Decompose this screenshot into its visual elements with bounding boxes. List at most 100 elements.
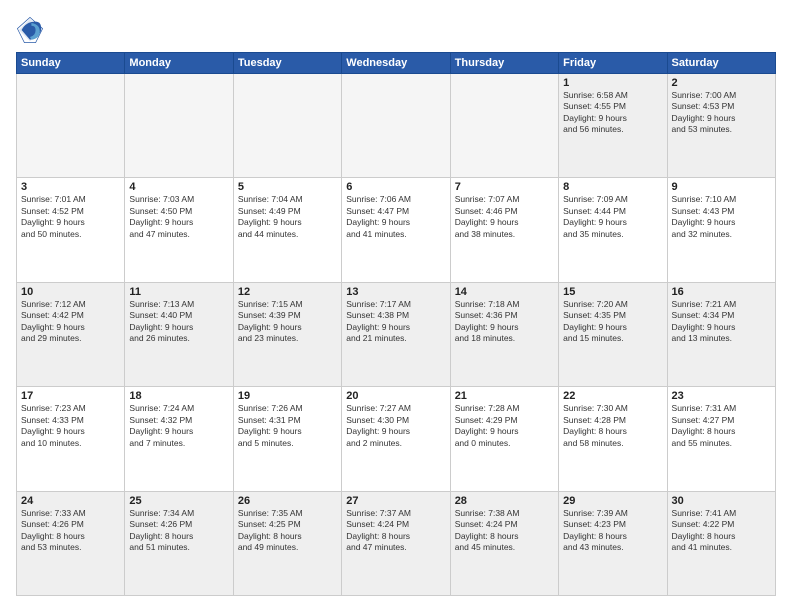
day-number: 7 bbox=[455, 181, 554, 193]
day-info: Sunrise: 7:18 AMSunset: 4:36 PMDaylight:… bbox=[455, 299, 554, 345]
calendar-cell: 3Sunrise: 7:01 AMSunset: 4:52 PMDaylight… bbox=[17, 178, 125, 282]
day-number: 28 bbox=[455, 495, 554, 507]
week-row-4: 17Sunrise: 7:23 AMSunset: 4:33 PMDayligh… bbox=[17, 387, 776, 491]
calendar-cell: 29Sunrise: 7:39 AMSunset: 4:23 PMDayligh… bbox=[559, 491, 667, 595]
day-number: 13 bbox=[346, 286, 445, 298]
header bbox=[16, 16, 776, 44]
calendar-cell: 24Sunrise: 7:33 AMSunset: 4:26 PMDayligh… bbox=[17, 491, 125, 595]
calendar-cell: 10Sunrise: 7:12 AMSunset: 4:42 PMDayligh… bbox=[17, 282, 125, 386]
calendar-cell: 21Sunrise: 7:28 AMSunset: 4:29 PMDayligh… bbox=[450, 387, 558, 491]
weekday-header-monday: Monday bbox=[125, 53, 233, 74]
day-number: 1 bbox=[563, 77, 662, 89]
calendar-cell bbox=[17, 74, 125, 178]
calendar-cell: 28Sunrise: 7:38 AMSunset: 4:24 PMDayligh… bbox=[450, 491, 558, 595]
day-number: 4 bbox=[129, 181, 228, 193]
weekday-header-tuesday: Tuesday bbox=[233, 53, 341, 74]
calendar-cell: 19Sunrise: 7:26 AMSunset: 4:31 PMDayligh… bbox=[233, 387, 341, 491]
day-info: Sunrise: 6:58 AMSunset: 4:55 PMDaylight:… bbox=[563, 90, 662, 136]
day-number: 14 bbox=[455, 286, 554, 298]
day-info: Sunrise: 7:09 AMSunset: 4:44 PMDaylight:… bbox=[563, 194, 662, 240]
day-info: Sunrise: 7:04 AMSunset: 4:49 PMDaylight:… bbox=[238, 194, 337, 240]
day-info: Sunrise: 7:26 AMSunset: 4:31 PMDaylight:… bbox=[238, 403, 337, 449]
week-row-1: 1Sunrise: 6:58 AMSunset: 4:55 PMDaylight… bbox=[17, 74, 776, 178]
day-number: 24 bbox=[21, 495, 120, 507]
calendar-cell: 17Sunrise: 7:23 AMSunset: 4:33 PMDayligh… bbox=[17, 387, 125, 491]
day-number: 8 bbox=[563, 181, 662, 193]
week-row-3: 10Sunrise: 7:12 AMSunset: 4:42 PMDayligh… bbox=[17, 282, 776, 386]
calendar-cell: 22Sunrise: 7:30 AMSunset: 4:28 PMDayligh… bbox=[559, 387, 667, 491]
day-number: 12 bbox=[238, 286, 337, 298]
day-number: 6 bbox=[346, 181, 445, 193]
day-info: Sunrise: 7:34 AMSunset: 4:26 PMDaylight:… bbox=[129, 508, 228, 554]
day-number: 27 bbox=[346, 495, 445, 507]
day-number: 23 bbox=[672, 390, 771, 402]
calendar-cell bbox=[342, 74, 450, 178]
day-info: Sunrise: 7:10 AMSunset: 4:43 PMDaylight:… bbox=[672, 194, 771, 240]
calendar-cell: 18Sunrise: 7:24 AMSunset: 4:32 PMDayligh… bbox=[125, 387, 233, 491]
day-number: 2 bbox=[672, 77, 771, 89]
calendar-cell: 8Sunrise: 7:09 AMSunset: 4:44 PMDaylight… bbox=[559, 178, 667, 282]
weekday-header-friday: Friday bbox=[559, 53, 667, 74]
calendar-cell: 20Sunrise: 7:27 AMSunset: 4:30 PMDayligh… bbox=[342, 387, 450, 491]
calendar-cell: 13Sunrise: 7:17 AMSunset: 4:38 PMDayligh… bbox=[342, 282, 450, 386]
logo bbox=[16, 16, 48, 44]
weekday-header-row: SundayMondayTuesdayWednesdayThursdayFrid… bbox=[17, 53, 776, 74]
day-number: 10 bbox=[21, 286, 120, 298]
week-row-5: 24Sunrise: 7:33 AMSunset: 4:26 PMDayligh… bbox=[17, 491, 776, 595]
day-info: Sunrise: 7:23 AMSunset: 4:33 PMDaylight:… bbox=[21, 403, 120, 449]
day-number: 16 bbox=[672, 286, 771, 298]
day-info: Sunrise: 7:27 AMSunset: 4:30 PMDaylight:… bbox=[346, 403, 445, 449]
calendar-cell: 27Sunrise: 7:37 AMSunset: 4:24 PMDayligh… bbox=[342, 491, 450, 595]
calendar-cell bbox=[233, 74, 341, 178]
calendar-cell: 25Sunrise: 7:34 AMSunset: 4:26 PMDayligh… bbox=[125, 491, 233, 595]
calendar-cell: 9Sunrise: 7:10 AMSunset: 4:43 PMDaylight… bbox=[667, 178, 775, 282]
day-info: Sunrise: 7:17 AMSunset: 4:38 PMDaylight:… bbox=[346, 299, 445, 345]
day-info: Sunrise: 7:21 AMSunset: 4:34 PMDaylight:… bbox=[672, 299, 771, 345]
calendar-cell: 11Sunrise: 7:13 AMSunset: 4:40 PMDayligh… bbox=[125, 282, 233, 386]
day-number: 29 bbox=[563, 495, 662, 507]
day-info: Sunrise: 7:31 AMSunset: 4:27 PMDaylight:… bbox=[672, 403, 771, 449]
day-number: 17 bbox=[21, 390, 120, 402]
calendar-cell: 23Sunrise: 7:31 AMSunset: 4:27 PMDayligh… bbox=[667, 387, 775, 491]
day-number: 18 bbox=[129, 390, 228, 402]
day-info: Sunrise: 7:07 AMSunset: 4:46 PMDaylight:… bbox=[455, 194, 554, 240]
day-number: 20 bbox=[346, 390, 445, 402]
day-number: 11 bbox=[129, 286, 228, 298]
day-info: Sunrise: 7:35 AMSunset: 4:25 PMDaylight:… bbox=[238, 508, 337, 554]
day-info: Sunrise: 7:12 AMSunset: 4:42 PMDaylight:… bbox=[21, 299, 120, 345]
weekday-header-sunday: Sunday bbox=[17, 53, 125, 74]
day-info: Sunrise: 7:33 AMSunset: 4:26 PMDaylight:… bbox=[21, 508, 120, 554]
day-number: 21 bbox=[455, 390, 554, 402]
day-number: 19 bbox=[238, 390, 337, 402]
day-number: 15 bbox=[563, 286, 662, 298]
day-info: Sunrise: 7:24 AMSunset: 4:32 PMDaylight:… bbox=[129, 403, 228, 449]
calendar-cell bbox=[450, 74, 558, 178]
weekday-header-thursday: Thursday bbox=[450, 53, 558, 74]
day-info: Sunrise: 7:20 AMSunset: 4:35 PMDaylight:… bbox=[563, 299, 662, 345]
calendar-cell: 14Sunrise: 7:18 AMSunset: 4:36 PMDayligh… bbox=[450, 282, 558, 386]
calendar-cell: 4Sunrise: 7:03 AMSunset: 4:50 PMDaylight… bbox=[125, 178, 233, 282]
day-number: 26 bbox=[238, 495, 337, 507]
day-number: 3 bbox=[21, 181, 120, 193]
day-number: 30 bbox=[672, 495, 771, 507]
calendar-cell: 12Sunrise: 7:15 AMSunset: 4:39 PMDayligh… bbox=[233, 282, 341, 386]
calendar-cell: 15Sunrise: 7:20 AMSunset: 4:35 PMDayligh… bbox=[559, 282, 667, 386]
day-info: Sunrise: 7:39 AMSunset: 4:23 PMDaylight:… bbox=[563, 508, 662, 554]
day-number: 5 bbox=[238, 181, 337, 193]
day-info: Sunrise: 7:38 AMSunset: 4:24 PMDaylight:… bbox=[455, 508, 554, 554]
day-number: 9 bbox=[672, 181, 771, 193]
day-info: Sunrise: 7:37 AMSunset: 4:24 PMDaylight:… bbox=[346, 508, 445, 554]
calendar-table: SundayMondayTuesdayWednesdayThursdayFrid… bbox=[16, 52, 776, 596]
weekday-header-wednesday: Wednesday bbox=[342, 53, 450, 74]
weekday-header-saturday: Saturday bbox=[667, 53, 775, 74]
calendar-cell: 6Sunrise: 7:06 AMSunset: 4:47 PMDaylight… bbox=[342, 178, 450, 282]
calendar-cell: 5Sunrise: 7:04 AMSunset: 4:49 PMDaylight… bbox=[233, 178, 341, 282]
day-number: 22 bbox=[563, 390, 662, 402]
calendar-cell: 26Sunrise: 7:35 AMSunset: 4:25 PMDayligh… bbox=[233, 491, 341, 595]
calendar-cell: 30Sunrise: 7:41 AMSunset: 4:22 PMDayligh… bbox=[667, 491, 775, 595]
page: SundayMondayTuesdayWednesdayThursdayFrid… bbox=[0, 0, 792, 612]
day-info: Sunrise: 7:00 AMSunset: 4:53 PMDaylight:… bbox=[672, 90, 771, 136]
day-number: 25 bbox=[129, 495, 228, 507]
day-info: Sunrise: 7:13 AMSunset: 4:40 PMDaylight:… bbox=[129, 299, 228, 345]
day-info: Sunrise: 7:03 AMSunset: 4:50 PMDaylight:… bbox=[129, 194, 228, 240]
